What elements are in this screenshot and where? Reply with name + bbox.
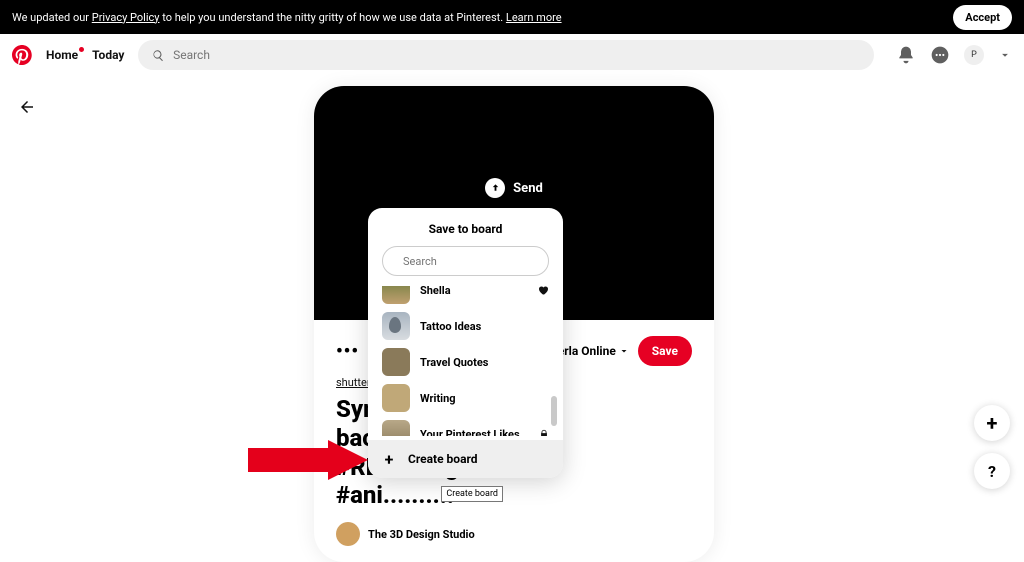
heart-icon: [537, 286, 549, 296]
create-board-tooltip: Create board: [441, 486, 503, 502]
scrollbar-thumb[interactable]: [551, 396, 557, 426]
privacy-text-mid: to help you understand the nitty gritty …: [159, 11, 505, 24]
board-thumbnail: [382, 384, 410, 412]
send-label: Send: [513, 181, 543, 196]
lock-icon: [539, 429, 549, 436]
board-row[interactable]: Writing: [368, 380, 563, 416]
popover-title: Save to board: [368, 208, 563, 246]
account-avatar[interactable]: P: [964, 45, 984, 65]
privacy-link-policy[interactable]: Privacy Policy: [92, 11, 160, 24]
help-fab[interactable]: ?: [974, 453, 1010, 489]
board-row[interactable]: Your Pinterest Likes: [368, 416, 563, 436]
board-thumbnail: [382, 312, 410, 340]
search-bar[interactable]: [138, 40, 874, 70]
create-board-button[interactable]: + Create board Create board: [368, 440, 563, 478]
board-label: Tattoo Ideas: [420, 320, 549, 333]
pinterest-logo-icon[interactable]: [12, 45, 32, 65]
author-name: The 3D Design Studio: [368, 528, 475, 541]
nav-home-label: Home: [46, 48, 78, 62]
privacy-text-pre: We updated our: [12, 11, 92, 24]
board-thumbnail: [382, 348, 410, 376]
board-search[interactable]: [382, 246, 549, 276]
save-button[interactable]: Save: [638, 336, 692, 366]
board-list: Shella Tattoo Ideas Travel Quotes Writin…: [368, 286, 563, 436]
board-thumbnail: [382, 420, 410, 436]
chevron-down-icon: [618, 345, 630, 357]
board-row[interactable]: Shella: [368, 286, 563, 308]
pin-author-row[interactable]: The 3D Design Studio: [336, 522, 692, 546]
pin-title-line4: #ani..........: [336, 481, 692, 510]
privacy-text: We updated our Privacy Policy to help yo…: [12, 11, 562, 24]
search-input[interactable]: [173, 48, 860, 62]
board-label: Your Pinterest Likes: [420, 428, 529, 437]
red-arrow-annotation: [248, 440, 368, 480]
notification-dot-icon: [79, 47, 84, 52]
board-row[interactable]: Tattoo Ideas: [368, 308, 563, 344]
privacy-link-learn-more[interactable]: Learn more: [506, 11, 562, 24]
back-arrow-icon[interactable]: [18, 98, 36, 116]
accept-button[interactable]: Accept: [953, 5, 1012, 30]
privacy-banner: We updated our Privacy Policy to help yo…: [0, 0, 1024, 34]
create-board-label: Create board: [408, 452, 478, 466]
search-icon: [152, 49, 165, 62]
save-to-board-popover: Save to board Shella Tattoo Ideas Travel…: [368, 208, 563, 478]
chevron-down-icon[interactable]: [998, 48, 1012, 62]
board-search-input[interactable]: [403, 255, 543, 268]
add-fab[interactable]: +: [974, 405, 1010, 441]
board-row[interactable]: Travel Quotes: [368, 344, 563, 380]
more-options-icon[interactable]: •••: [336, 341, 359, 362]
page-body: Send ••• Perla Online Save: [0, 76, 1024, 507]
send-icon: [485, 178, 505, 198]
board-thumbnail: [382, 286, 410, 304]
send-action[interactable]: Send: [485, 178, 543, 198]
author-avatar: [336, 522, 360, 546]
board-label: Writing: [420, 392, 549, 405]
chat-icon[interactable]: [930, 45, 950, 65]
plus-icon: +: [382, 452, 396, 466]
board-label: Shella: [420, 286, 527, 297]
nav-home[interactable]: Home: [46, 48, 78, 62]
nav-today[interactable]: Today: [92, 48, 124, 62]
board-label: Travel Quotes: [420, 356, 549, 369]
bell-icon[interactable]: [896, 45, 916, 65]
top-nav: Home Today P: [0, 34, 1024, 76]
